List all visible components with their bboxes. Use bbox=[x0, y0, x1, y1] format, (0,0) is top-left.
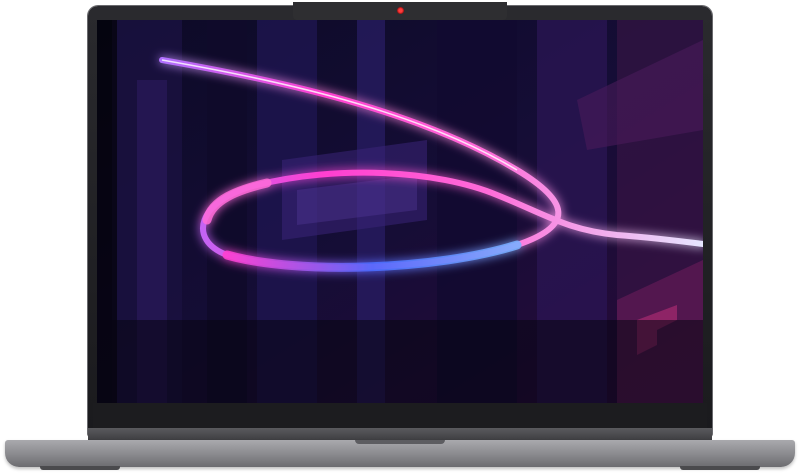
wallpaper bbox=[97, 20, 703, 403]
opening-notch bbox=[355, 440, 445, 444]
laptop-base bbox=[5, 440, 795, 467]
screen-bezel-chin bbox=[93, 403, 707, 431]
webcam-icon bbox=[397, 7, 404, 14]
laptop-illustration bbox=[0, 0, 800, 474]
laptop-screen bbox=[97, 20, 703, 403]
foot-left bbox=[40, 466, 120, 470]
foot-right bbox=[680, 466, 760, 470]
